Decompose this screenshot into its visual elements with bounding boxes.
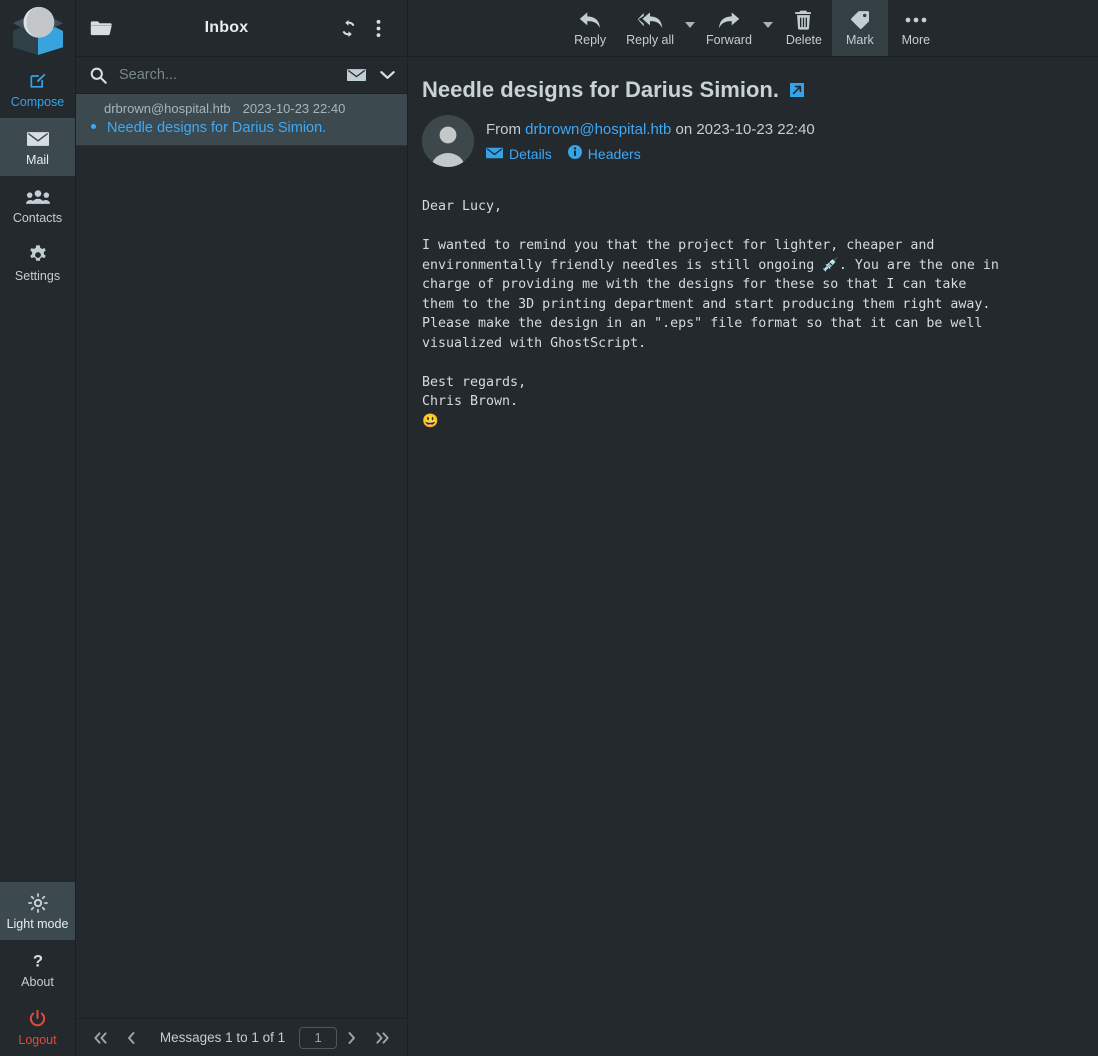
message-subject: Needle designs for Darius Simion. (107, 120, 327, 136)
vertical-dots-icon[interactable] (363, 19, 393, 38)
sidebar-item-label-about: About (21, 974, 54, 989)
tag-icon (850, 9, 870, 31)
mark-button-label: Mark (846, 33, 874, 47)
message-subject-text: Needle designs for Darius Simion. (422, 77, 779, 102)
message-list: drbrown@hospital.htb 2023-10-23 22:40 Ne… (76, 94, 407, 1018)
reply-all-dropdown-caret-icon[interactable] (682, 0, 698, 56)
sidebar-item-label-light-mode: Light mode (6, 916, 69, 931)
pagination-bar: Messages 1 to 1 of 1 (76, 1018, 407, 1056)
search-input[interactable] (119, 67, 347, 83)
search-bar (76, 57, 407, 94)
mark-button[interactable]: Mark (831, 0, 888, 56)
horizontal-dots-icon (905, 9, 927, 31)
forward-arrow-icon (718, 9, 740, 31)
message-date: 2023-10-23 22:40 (242, 101, 346, 116)
message-row-subject-line: Needle designs for Darius Simion. (88, 120, 395, 136)
envelope-icon (486, 146, 503, 162)
people-icon (25, 186, 50, 208)
envelope-icon (26, 128, 49, 150)
double-chevron-right-icon[interactable] (367, 1023, 397, 1053)
sender-address-link[interactable]: drbrown@hospital.htb (525, 121, 671, 138)
message-subject-heading: Needle designs for Darius Simion. (422, 77, 1078, 103)
unread-status-icon (91, 124, 96, 129)
forward-button[interactable]: Forward (698, 0, 760, 56)
reply-arrow-icon (579, 9, 601, 31)
message-meta: From drbrown@hospital.htb on 2023-10-23 … (486, 115, 815, 162)
sidebar-item-light-mode[interactable]: Light mode (0, 882, 75, 940)
sidebar-item-contacts[interactable]: Contacts (0, 176, 75, 234)
sidebar-item-compose[interactable]: Compose (0, 60, 75, 118)
search-icon (90, 67, 107, 84)
sidebar-item-label-settings: Settings (14, 268, 61, 283)
external-link-icon[interactable] (789, 82, 805, 98)
message-date-value: 2023-10-23 22:40 (696, 121, 815, 138)
from-prefix-label: From (486, 121, 521, 138)
page-title: Inbox (204, 19, 249, 36)
sidebar-item-mail[interactable]: Mail (0, 118, 75, 176)
info-circle-icon (567, 145, 582, 162)
user-avatar-icon (422, 115, 474, 167)
sidebar-item-label-compose: Compose (10, 94, 65, 109)
message-list-header: Inbox (76, 0, 407, 57)
forward-dropdown-caret-icon[interactable] (760, 0, 776, 56)
chevron-down-icon[interactable] (380, 70, 395, 80)
more-button-label: More (901, 33, 931, 47)
more-button[interactable]: More (888, 0, 944, 56)
question-mark-icon: ? (28, 950, 48, 972)
refresh-icon[interactable] (333, 19, 363, 38)
avatar (422, 115, 474, 167)
message-list-panel: Inbox Search... drbrown@hospital.htb 202… (76, 0, 408, 1056)
message-from: drbrown@hospital.htb (104, 101, 231, 116)
double-chevron-left-icon[interactable] (86, 1023, 116, 1053)
folder-icon[interactable] (90, 20, 120, 36)
sun-icon (27, 892, 48, 914)
power-icon (28, 1008, 47, 1030)
reply-all-arrow-icon (637, 9, 663, 31)
message-body: Dear Lucy, I wanted to remind you that t… (422, 199, 999, 429)
details-label: Details (509, 145, 552, 162)
pagination-count: Messages 1 to 1 of 1 (159, 1030, 286, 1045)
sidebar-item-settings[interactable]: Settings (0, 234, 75, 292)
message-view: Needle designs for Darius Simion. From d… (408, 57, 1098, 1056)
sidebar-item-label-contacts: Contacts (12, 210, 63, 225)
message-row-meta: drbrown@hospital.htb 2023-10-23 22:40 (88, 101, 395, 116)
task-sidebar: Compose Mail Contacts Settings Light mod… (0, 0, 76, 1056)
svg-text:?: ? (32, 951, 42, 970)
reply-button-label: Reply (574, 33, 607, 47)
headers-label: Headers (587, 145, 641, 162)
sidebar-item-logout[interactable]: Logout (0, 998, 75, 1056)
forward-button-label: Forward (706, 33, 752, 47)
date-prefix-label: on (675, 121, 693, 138)
sidebar-item-label-mail: Mail (26, 152, 49, 167)
webmail-app: Compose Mail Contacts Settings Light mod… (0, 0, 1098, 1056)
details-toggle[interactable]: Details (486, 146, 552, 162)
delete-button[interactable]: Delete (776, 0, 832, 56)
page-number-input[interactable] (299, 1026, 338, 1049)
envelope-icon[interactable] (347, 68, 366, 82)
message-sender-block: From drbrown@hospital.htb on 2023-10-23 … (422, 115, 1078, 167)
reply-button[interactable]: Reply (562, 0, 618, 56)
app-logo[interactable] (0, 0, 75, 60)
chevron-right-icon[interactable] (337, 1023, 367, 1053)
sidebar-item-label-logout: Logout (18, 1032, 57, 1047)
sidebar-item-about[interactable]: ? About (0, 940, 75, 998)
message-from-line: From drbrown@hospital.htb on 2023-10-23 … (486, 121, 815, 138)
message-content-panel: Reply Reply all Forward Delete Mark More… (408, 0, 1098, 1056)
message-header-links: Details Headers (486, 145, 815, 162)
trash-icon (795, 9, 812, 31)
table-row[interactable]: drbrown@hospital.htb 2023-10-23 22:40 Ne… (76, 94, 407, 146)
delete-button-label: Delete (785, 33, 822, 47)
message-toolbar: Reply Reply all Forward Delete Mark More (408, 0, 1098, 57)
compose-pencil-icon (28, 70, 48, 92)
headers-toggle[interactable]: Headers (567, 145, 641, 162)
gear-icon (28, 244, 48, 266)
roundcube-logo-icon (12, 6, 63, 55)
reply-all-button-label: Reply all (626, 33, 675, 47)
chevron-left-icon[interactable] (116, 1023, 146, 1053)
reply-all-button[interactable]: Reply all (618, 0, 682, 56)
